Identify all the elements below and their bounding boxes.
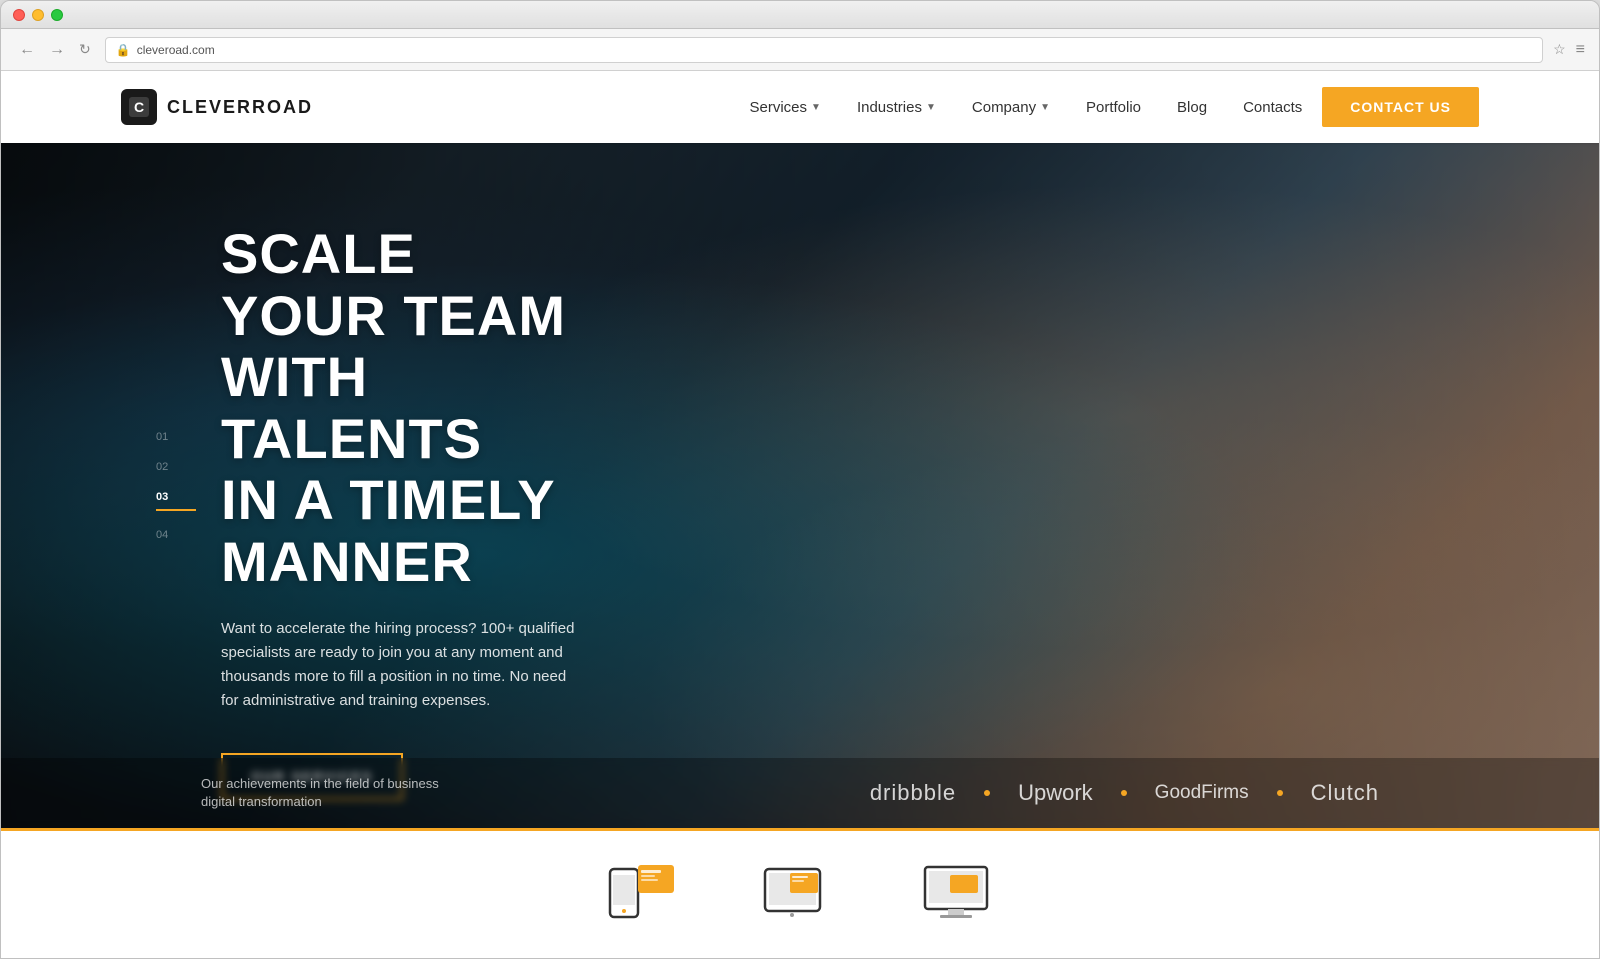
partner-dribbble: dribbble <box>870 780 956 806</box>
nav-item-company[interactable]: Company ▼ <box>972 99 1050 116</box>
hero-title: SCALE YOUR TEAM WITH TALENTS IN A TIMELY… <box>221 223 581 593</box>
logo-text: CLEVERROAD <box>167 97 313 118</box>
refresh-button[interactable]: ↻ <box>75 39 95 60</box>
partner-separator-3 <box>1277 790 1283 796</box>
logo-icon: C <box>121 89 157 125</box>
nav-link-contacts[interactable]: Contacts <box>1243 99 1302 116</box>
nav-menu: Services ▼ Industries ▼ Company ▼ <box>750 99 1303 116</box>
address-bar[interactable]: 🔒 cleveroad.com <box>105 37 1543 63</box>
slide-indicators: 01 02 03 04 <box>156 431 196 541</box>
logo-link[interactable]: C CLEVERROAD <box>121 89 313 125</box>
nav-link-industries[interactable]: Industries ▼ <box>857 99 936 116</box>
nav-item-industries[interactable]: Industries ▼ <box>857 99 936 116</box>
hero-content: SCALE YOUR TEAM WITH TALENTS IN A TIMELY… <box>1 143 781 828</box>
below-hero-section <box>1 828 1599 958</box>
browser-menu-icon[interactable]: ≡ <box>1576 41 1585 59</box>
partner-clutch: Clutch <box>1311 780 1379 806</box>
service-preview-1[interactable] <box>600 865 680 925</box>
contact-us-button[interactable]: CONTACT US <box>1322 87 1479 127</box>
partner-logos: dribbble Upwork GoodFirms Clutch <box>501 780 1379 806</box>
browser-toolbar: ← → ↻ 🔒 cleveroad.com ☆ ≡ <box>1 29 1599 71</box>
chevron-down-icon: ▼ <box>926 102 936 113</box>
slide-num-01[interactable]: 01 <box>156 431 196 443</box>
security-icon: 🔒 <box>116 43 131 57</box>
main-navigation: Services ▼ Industries ▼ Company ▼ <box>750 99 1303 116</box>
service-icon-mobile <box>600 865 680 925</box>
close-button[interactable] <box>13 9 25 21</box>
nav-link-services[interactable]: Services ▼ <box>750 99 821 116</box>
back-button[interactable]: ← <box>15 39 39 61</box>
partner-separator-2 <box>1121 790 1127 796</box>
service-preview-3[interactable] <box>920 865 1000 925</box>
partner-goodfirms: GoodFirms <box>1155 782 1249 804</box>
nav-item-blog[interactable]: Blog <box>1177 99 1207 116</box>
slide-active-line <box>156 509 196 511</box>
service-preview-2[interactable] <box>760 865 840 925</box>
minimize-button[interactable] <box>32 9 44 21</box>
hero-description: Want to accelerate the hiring process? 1… <box>221 617 581 713</box>
nav-link-portfolio[interactable]: Portfolio <box>1086 99 1141 116</box>
slide-num-04[interactable]: 04 <box>156 529 196 541</box>
partner-separator-1 <box>984 790 990 796</box>
nav-item-portfolio[interactable]: Portfolio <box>1086 99 1141 116</box>
partner-upwork: Upwork <box>1018 780 1093 806</box>
url-text: cleveroad.com <box>137 43 215 57</box>
website-content: C CLEVERROAD Services ▼ Industries <box>1 71 1599 958</box>
nav-link-company[interactable]: Company ▼ <box>972 99 1050 116</box>
service-icon-desktop <box>920 865 1000 925</box>
site-header: C CLEVERROAD Services ▼ Industries <box>1 71 1599 143</box>
chevron-down-icon: ▼ <box>811 102 821 113</box>
slide-num-03[interactable]: 03 <box>156 491 196 503</box>
achievements-text: Our achievements in the field of busines… <box>201 775 441 811</box>
hero-bottom-bar: Our achievements in the field of busines… <box>1 758 1599 828</box>
nav-link-blog[interactable]: Blog <box>1177 99 1207 116</box>
traffic-lights <box>13 9 63 21</box>
bookmark-icon[interactable]: ☆ <box>1553 41 1566 58</box>
service-icon-tablet <box>760 865 840 925</box>
chevron-down-icon: ▼ <box>1040 102 1050 113</box>
svg-text:C: C <box>134 99 144 115</box>
title-bar <box>1 1 1599 29</box>
slide-num-02[interactable]: 02 <box>156 461 196 473</box>
forward-button[interactable]: → <box>45 39 69 61</box>
nav-item-contacts[interactable]: Contacts <box>1243 99 1302 116</box>
browser-nav-buttons: ← → ↻ <box>15 39 95 61</box>
hero-section: 01 02 03 04 SCALE YOUR TEAM WITH TALENTS… <box>1 143 1599 828</box>
browser-window: ← → ↻ 🔒 cleveroad.com ☆ ≡ C CLEVERROAD <box>0 0 1600 959</box>
maximize-button[interactable] <box>51 9 63 21</box>
nav-item-services[interactable]: Services ▼ <box>750 99 821 116</box>
